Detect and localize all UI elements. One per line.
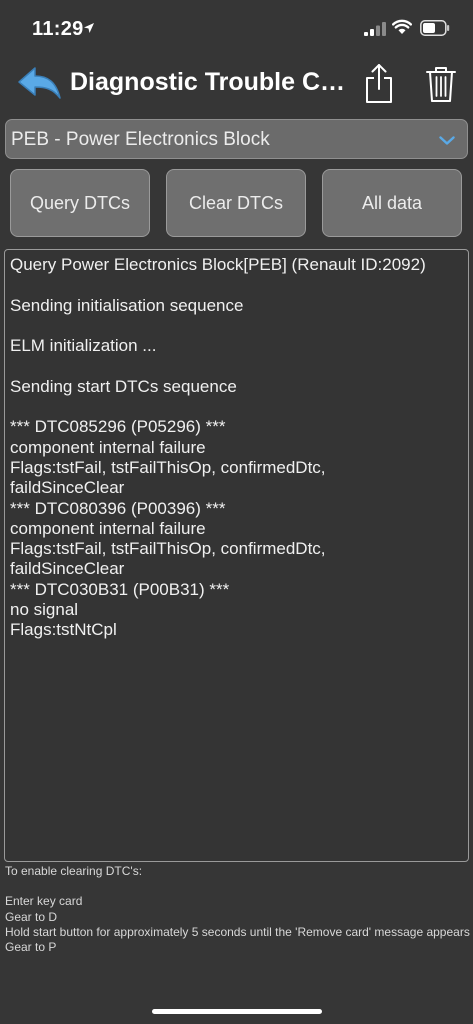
battery-icon — [420, 20, 450, 36]
log-line: ELM initialization ... — [10, 336, 157, 356]
nav-bar: Diagnostic Trouble Co... — [0, 58, 473, 110]
page-title: Diagnostic Trouble Co... — [70, 68, 348, 96]
log-line: Query Power Electronics Block[PEB] (Rena… — [10, 255, 426, 274]
info-line: Enter key card — [5, 894, 83, 909]
trash-icon[interactable] — [424, 64, 458, 104]
status-time: 11:29 — [32, 18, 84, 40]
info-line: Gear to D — [5, 909, 58, 924]
log-line: Sending initialisation sequence — [10, 295, 244, 315]
info-line: Hold start button for approximately 5 se… — [5, 924, 470, 939]
info-line: Gear to P — [5, 940, 57, 954]
share-icon[interactable] — [364, 62, 394, 106]
log-output[interactable]: Query Power Electronics Block[PEB] (Rena… — [4, 249, 469, 862]
info-line — [5, 879, 470, 894]
log-line: faildSinceClear — [10, 559, 125, 579]
log-line: Flags:tstFail, tstFailThisOp, confirmedD… — [10, 457, 326, 477]
all-data-button[interactable]: All data — [322, 169, 462, 237]
home-indicator[interactable] — [152, 1009, 322, 1014]
info-line: To enable clearing DTC's: — [5, 864, 143, 878]
cellular-signal-icon — [364, 22, 386, 36]
location-arrow-icon — [84, 23, 94, 33]
status-bar: 11:29 — [0, 0, 473, 58]
log-line: Sending start DTCs sequence — [10, 376, 237, 396]
log-line: component internal failure — [10, 518, 206, 538]
log-line: *** DTC080396 (P00396) *** — [10, 498, 226, 518]
clear-instructions: To enable clearing DTC's: Enter key card… — [5, 864, 470, 955]
log-line: no signal — [10, 600, 79, 620]
wifi-icon — [392, 19, 412, 34]
ecu-select-value: PEB - Power Electronics Block — [11, 129, 270, 150]
log-line: component internal failure — [10, 437, 206, 457]
log-line: Flags:tstNtCpl — [10, 620, 117, 640]
log-line: *** DTC085296 (P05296) *** — [10, 417, 226, 437]
log-line: faildSinceClear — [10, 478, 125, 498]
clear-dtcs-button[interactable]: Clear DTCs — [166, 169, 306, 237]
log-line: *** DTC030B31 (P00B31) *** — [10, 579, 230, 599]
chevron-down-icon — [439, 136, 455, 145]
back-arrow-icon[interactable] — [16, 64, 64, 104]
query-dtcs-button[interactable]: Query DTCs — [10, 169, 150, 237]
ecu-select-dropdown[interactable]: PEB - Power Electronics Block — [5, 119, 468, 159]
log-line: Flags:tstFail, tstFailThisOp, confirmedD… — [10, 539, 326, 559]
